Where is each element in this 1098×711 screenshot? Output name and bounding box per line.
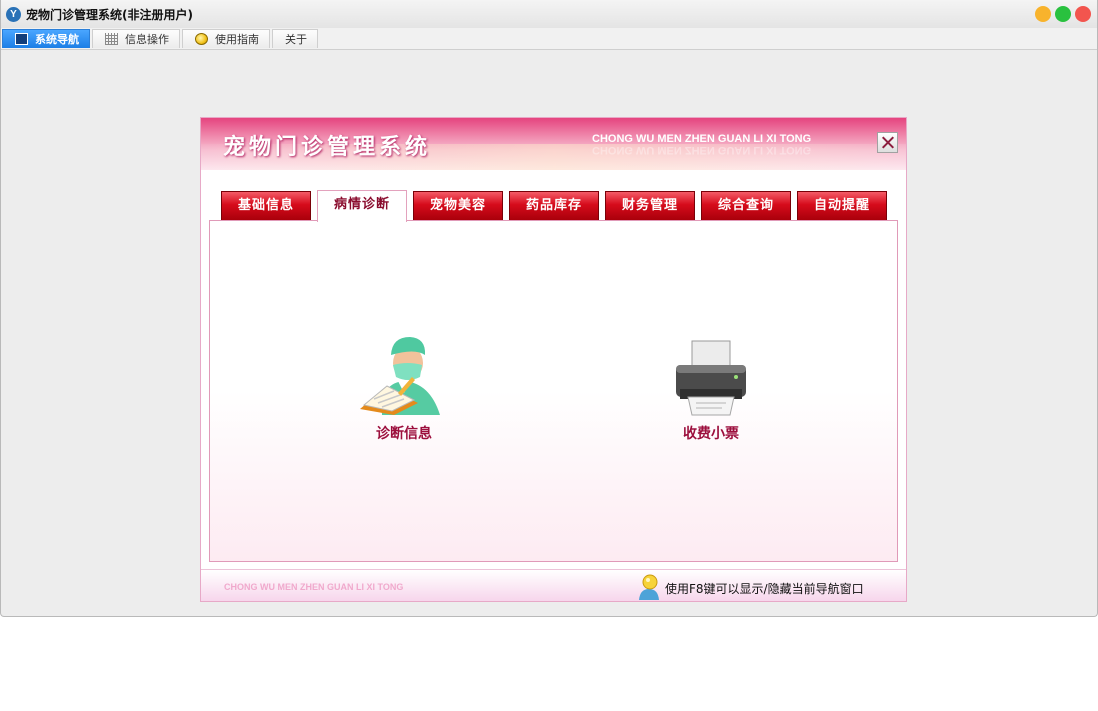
diagnosis-info-button[interactable]: 诊断信息 <box>360 331 448 443</box>
footer-pinyin: CHONG WU MEN ZHEN GUAN LI XI TONG <box>224 582 404 592</box>
tab-info-operation[interactable]: 信息操作 <box>92 29 180 48</box>
tab-auto-reminder[interactable]: 自动提醒 <box>797 191 887 221</box>
tab-label: 关于 <box>285 33 307 46</box>
top-tab-strip: 系统导航 信息操作 使用指南 关于 <box>1 28 1097 50</box>
minimize-button[interactable] <box>1035 6 1051 22</box>
doctor-icon <box>360 337 440 415</box>
close-icon[interactable] <box>877 132 898 153</box>
tab-user-guide[interactable]: 使用指南 <box>182 29 270 48</box>
tab-label: 系统导航 <box>35 33 79 46</box>
title-bar[interactable]: Y 宠物门诊管理系统(非注册用户) <box>1 0 1097 29</box>
tool-label: 诊断信息 <box>376 426 432 442</box>
tool-label: 收费小票 <box>683 426 739 442</box>
tab-basic-info[interactable]: 基础信息 <box>221 191 311 221</box>
panel-pinyin-reflection: CHONG WU MEN ZHEN GUAN LI XI TONG <box>592 144 812 156</box>
panel-header: 宠物门诊管理系统 CHONG WU MEN ZHEN GUAN LI XI TO… <box>201 118 906 170</box>
panel-footer: CHONG WU MEN ZHEN GUAN LI XI TONG 使用F8键可… <box>201 569 906 601</box>
f8-hint-text: 使用F8键可以显示/隐藏当前导航窗口 <box>665 582 864 596</box>
tab-drug-inventory[interactable]: 药品库存 <box>509 191 599 221</box>
tab-system-navigation[interactable]: 系统导航 <box>2 29 90 48</box>
grid-icon <box>105 33 118 45</box>
fee-receipt-button[interactable]: 收费小票 <box>670 339 752 443</box>
tab-content-area: 诊断信息 收费小票 <box>209 220 898 562</box>
tab-label: 信息操作 <box>125 33 169 46</box>
monitor-icon <box>15 33 28 45</box>
tab-query[interactable]: 综合查询 <box>701 191 791 221</box>
printer-icon <box>676 340 746 416</box>
tab-about[interactable]: 关于 <box>272 29 318 48</box>
window-title: 宠物门诊管理系统(非注册用户) <box>26 8 193 22</box>
tab-pet-grooming[interactable]: 宠物美容 <box>413 191 503 221</box>
lightbulb-icon <box>195 33 208 45</box>
tab-finance[interactable]: 财务管理 <box>605 191 695 221</box>
user-hint-icon <box>639 574 659 600</box>
close-window-button[interactable] <box>1075 6 1091 22</box>
app-logo-icon: Y <box>6 7 21 22</box>
navigation-panel: 宠物门诊管理系统 CHONG WU MEN ZHEN GUAN LI XI TO… <box>200 117 907 602</box>
tab-diagnosis[interactable]: 病情诊断 <box>317 190 407 222</box>
panel-title: 宠物门诊管理系统 <box>223 135 432 160</box>
tab-label: 使用指南 <box>215 33 259 46</box>
maximize-button[interactable] <box>1055 6 1071 22</box>
